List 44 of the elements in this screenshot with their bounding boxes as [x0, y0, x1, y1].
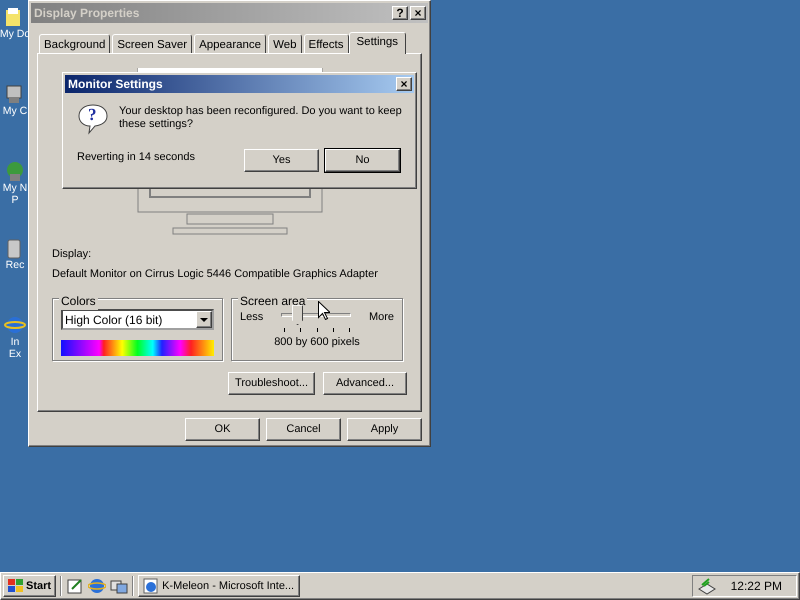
dialog-title: Monitor Settings: [68, 76, 163, 93]
button[interactable]: Cancel: [266, 418, 341, 441]
close-button[interactable]: ×: [410, 6, 426, 20]
clock: 12:22 PM: [730, 578, 782, 595]
button[interactable]: Troubleshoot...: [228, 372, 315, 395]
slider-label: Less: [240, 310, 264, 325]
icon-label: My C: [2, 105, 28, 117]
slider-thumb[interactable]: [292, 305, 304, 326]
tab[interactable]: Web: [268, 34, 302, 53]
button[interactable]: Advanced...: [323, 372, 407, 395]
tab[interactable]: Effects: [304, 34, 348, 53]
icon-label: Rec: [6, 259, 24, 271]
mouse-cursor-icon: [318, 301, 330, 320]
start-button[interactable]: Start: [3, 575, 56, 597]
display-label: Display:: [52, 247, 92, 262]
tab[interactable]: Settings: [348, 32, 406, 54]
windows-logo-icon: [8, 579, 24, 593]
tab[interactable]: Screen Saver: [112, 34, 192, 53]
question-mark: ?: [88, 106, 96, 124]
slider-label: More: [368, 310, 394, 325]
button[interactable]: Yes: [244, 149, 319, 172]
tab[interactable]: Background: [39, 34, 110, 53]
colors-dropdown[interactable]: High Color (16 bit): [61, 309, 214, 330]
window-title: Display Properties: [34, 5, 140, 22]
icon-label: Ex: [8, 348, 22, 360]
dialog-message: Your desktop has been reconfigured. Do you want to keep these settings?: [119, 105, 403, 132]
countdown-text: Reverting in 14 seconds: [77, 150, 196, 166]
tab[interactable]: Appearance: [194, 34, 266, 53]
button[interactable]: OK: [185, 418, 260, 441]
icon-label: In: [10, 336, 20, 348]
taskbar-button[interactable]: K-Meleon - Microsoft Inte...: [138, 575, 300, 597]
close-button[interactable]: ×: [396, 77, 412, 91]
help-button[interactable]: ?: [392, 6, 408, 20]
resolution-text: 800 by 600 pixels: [273, 334, 361, 350]
button[interactable]: No: [325, 149, 400, 172]
icon-label: P: [11, 194, 18, 206]
desktop-icon[interactable]: [4, 314, 26, 336]
browser-icon: [143, 578, 160, 594]
notepad-icon[interactable]: [66, 577, 84, 595]
display-adapter-text: Default Monitor on Cirrus Logic 5446 Compatible Graphics Adapter: [52, 266, 379, 282]
network-icon: [696, 577, 717, 596]
button[interactable]: Apply: [347, 418, 422, 441]
speech-bubble-icon: [77, 103, 109, 135]
icon-label: My N: [2, 182, 28, 194]
